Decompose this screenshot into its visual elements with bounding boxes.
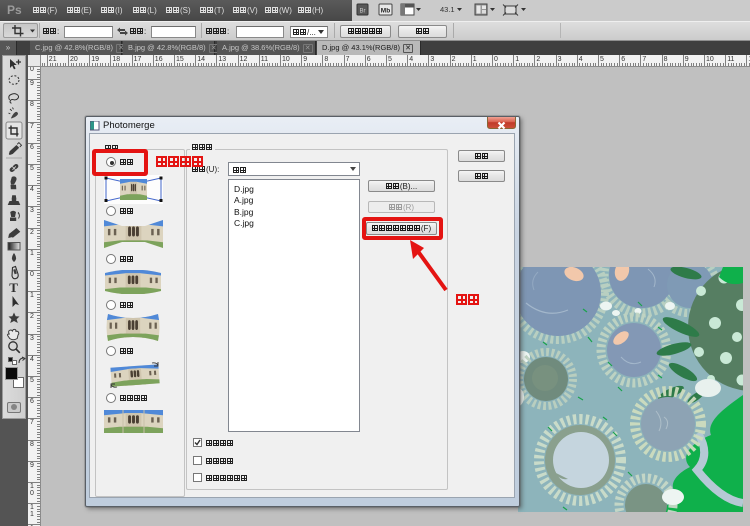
svg-text:Mb: Mb (381, 8, 390, 15)
svg-text:Br: Br (360, 9, 366, 15)
svg-text:T: T (9, 280, 18, 295)
svg-text:43.1: 43.1 (440, 5, 455, 14)
